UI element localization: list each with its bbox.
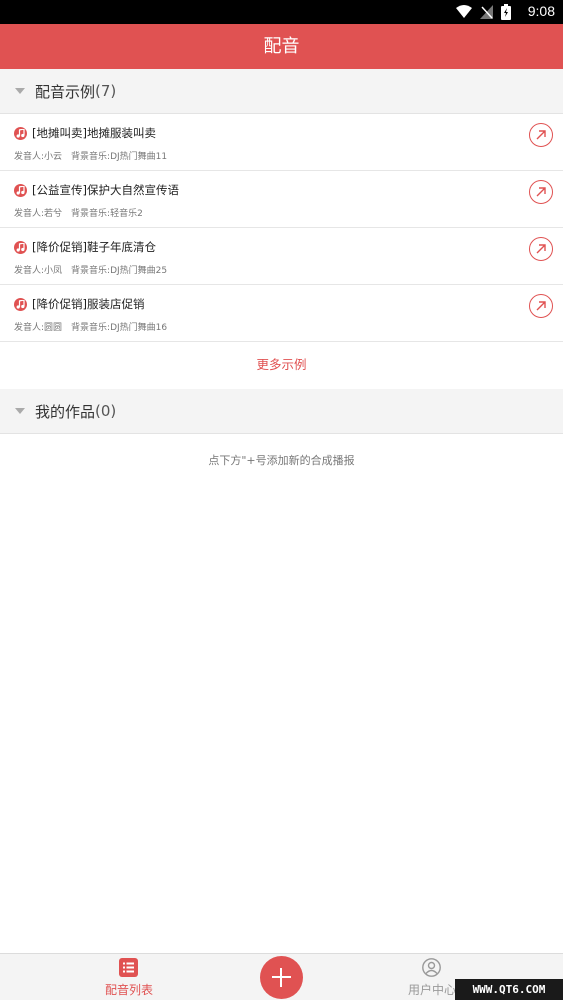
watermark: WWW.QT6.COM bbox=[455, 979, 563, 1000]
sample-meta: 发音人:小云 背景音乐:DJ热门舞曲11 bbox=[14, 149, 167, 162]
sample-music: 背景音乐:DJ热门舞曲25 bbox=[71, 266, 168, 276]
works-section-count: (0) bbox=[95, 402, 117, 420]
sample-title: [降价促销]服装店促销 bbox=[32, 297, 145, 311]
sample-speaker: 发音人:小云 bbox=[14, 152, 63, 162]
sample-meta: 发音人:圆圆 背景音乐:DJ热门舞曲16 bbox=[14, 320, 167, 333]
sample-speaker: 发音人:若兮 bbox=[14, 209, 63, 219]
music-note-icon bbox=[14, 184, 27, 197]
samples-section-header[interactable]: 配音示例 (7) bbox=[0, 69, 563, 114]
arrow-up-right-icon bbox=[536, 301, 546, 311]
add-button[interactable] bbox=[260, 956, 303, 999]
sample-title: [地摊叫卖]地摊服装叫卖 bbox=[32, 126, 156, 140]
open-sample-button[interactable] bbox=[529, 123, 553, 147]
sample-item[interactable]: [公益宣传]保护大自然宣传语 发音人:若兮 背景音乐:轻音乐2 bbox=[0, 171, 563, 228]
plus-icon-vertical bbox=[280, 968, 282, 987]
status-bar: 9:08 bbox=[0, 0, 563, 24]
sample-music: 背景音乐:DJ热门舞曲11 bbox=[71, 152, 168, 162]
arrow-up-right-icon bbox=[536, 244, 546, 254]
open-sample-button[interactable] bbox=[529, 294, 553, 318]
sample-music: 背景音乐:轻音乐2 bbox=[71, 209, 143, 219]
user-icon bbox=[422, 958, 441, 977]
works-section-header[interactable]: 我的作品 (0) bbox=[0, 389, 563, 434]
music-note-icon bbox=[14, 298, 27, 311]
arrow-up-right-icon bbox=[536, 187, 546, 197]
page-title: 配音 bbox=[263, 36, 300, 57]
sample-speaker: 发音人:圆圆 bbox=[14, 323, 63, 333]
collapse-arrow-icon bbox=[15, 408, 25, 414]
sample-meta: 发音人:若兮 背景音乐:轻音乐2 bbox=[14, 206, 143, 219]
app-bar: 配音 bbox=[0, 24, 563, 69]
collapse-arrow-icon bbox=[15, 88, 25, 94]
sample-item[interactable]: [地摊叫卖]地摊服装叫卖 发音人:小云 背景音乐:DJ热门舞曲11 bbox=[0, 114, 563, 171]
wifi-icon bbox=[456, 5, 472, 18]
tab-dubbing-list-label: 配音列表 bbox=[104, 983, 153, 997]
more-samples-link[interactable]: 更多示例 bbox=[0, 342, 563, 388]
sample-item[interactable]: [降价促销]鞋子年底清仓 发音人:小凤 背景音乐:DJ热门舞曲25 bbox=[0, 228, 563, 285]
empty-hint: 点下方"+号添加新的合成播报 bbox=[208, 454, 355, 467]
battery-icon bbox=[501, 4, 511, 20]
list-icon bbox=[119, 958, 138, 977]
tab-dubbing-list[interactable]: 配音列表 bbox=[74, 954, 184, 1001]
sample-title: [降价促销]鞋子年底清仓 bbox=[32, 240, 156, 254]
music-note-icon bbox=[14, 127, 27, 140]
music-note-icon bbox=[14, 241, 27, 254]
sample-speaker: 发音人:小凤 bbox=[14, 266, 63, 276]
open-sample-button[interactable] bbox=[529, 180, 553, 204]
status-icons bbox=[456, 4, 511, 20]
samples-section-count: (7) bbox=[95, 82, 117, 100]
open-sample-button[interactable] bbox=[529, 237, 553, 261]
sample-title: [公益宣传]保护大自然宣传语 bbox=[32, 183, 179, 197]
samples-section-title: 配音示例 bbox=[35, 82, 96, 101]
no-signal-icon bbox=[480, 5, 493, 19]
arrow-up-right-icon bbox=[536, 130, 546, 140]
status-time: 9:08 bbox=[527, 3, 555, 19]
sample-meta: 发音人:小凤 背景音乐:DJ热门舞曲25 bbox=[14, 263, 167, 276]
sample-item[interactable]: [降价促销]服装店促销 发音人:圆圆 背景音乐:DJ热门舞曲16 bbox=[0, 285, 563, 342]
works-section-title: 我的作品 bbox=[35, 402, 96, 421]
sample-music: 背景音乐:DJ热门舞曲16 bbox=[71, 323, 168, 333]
